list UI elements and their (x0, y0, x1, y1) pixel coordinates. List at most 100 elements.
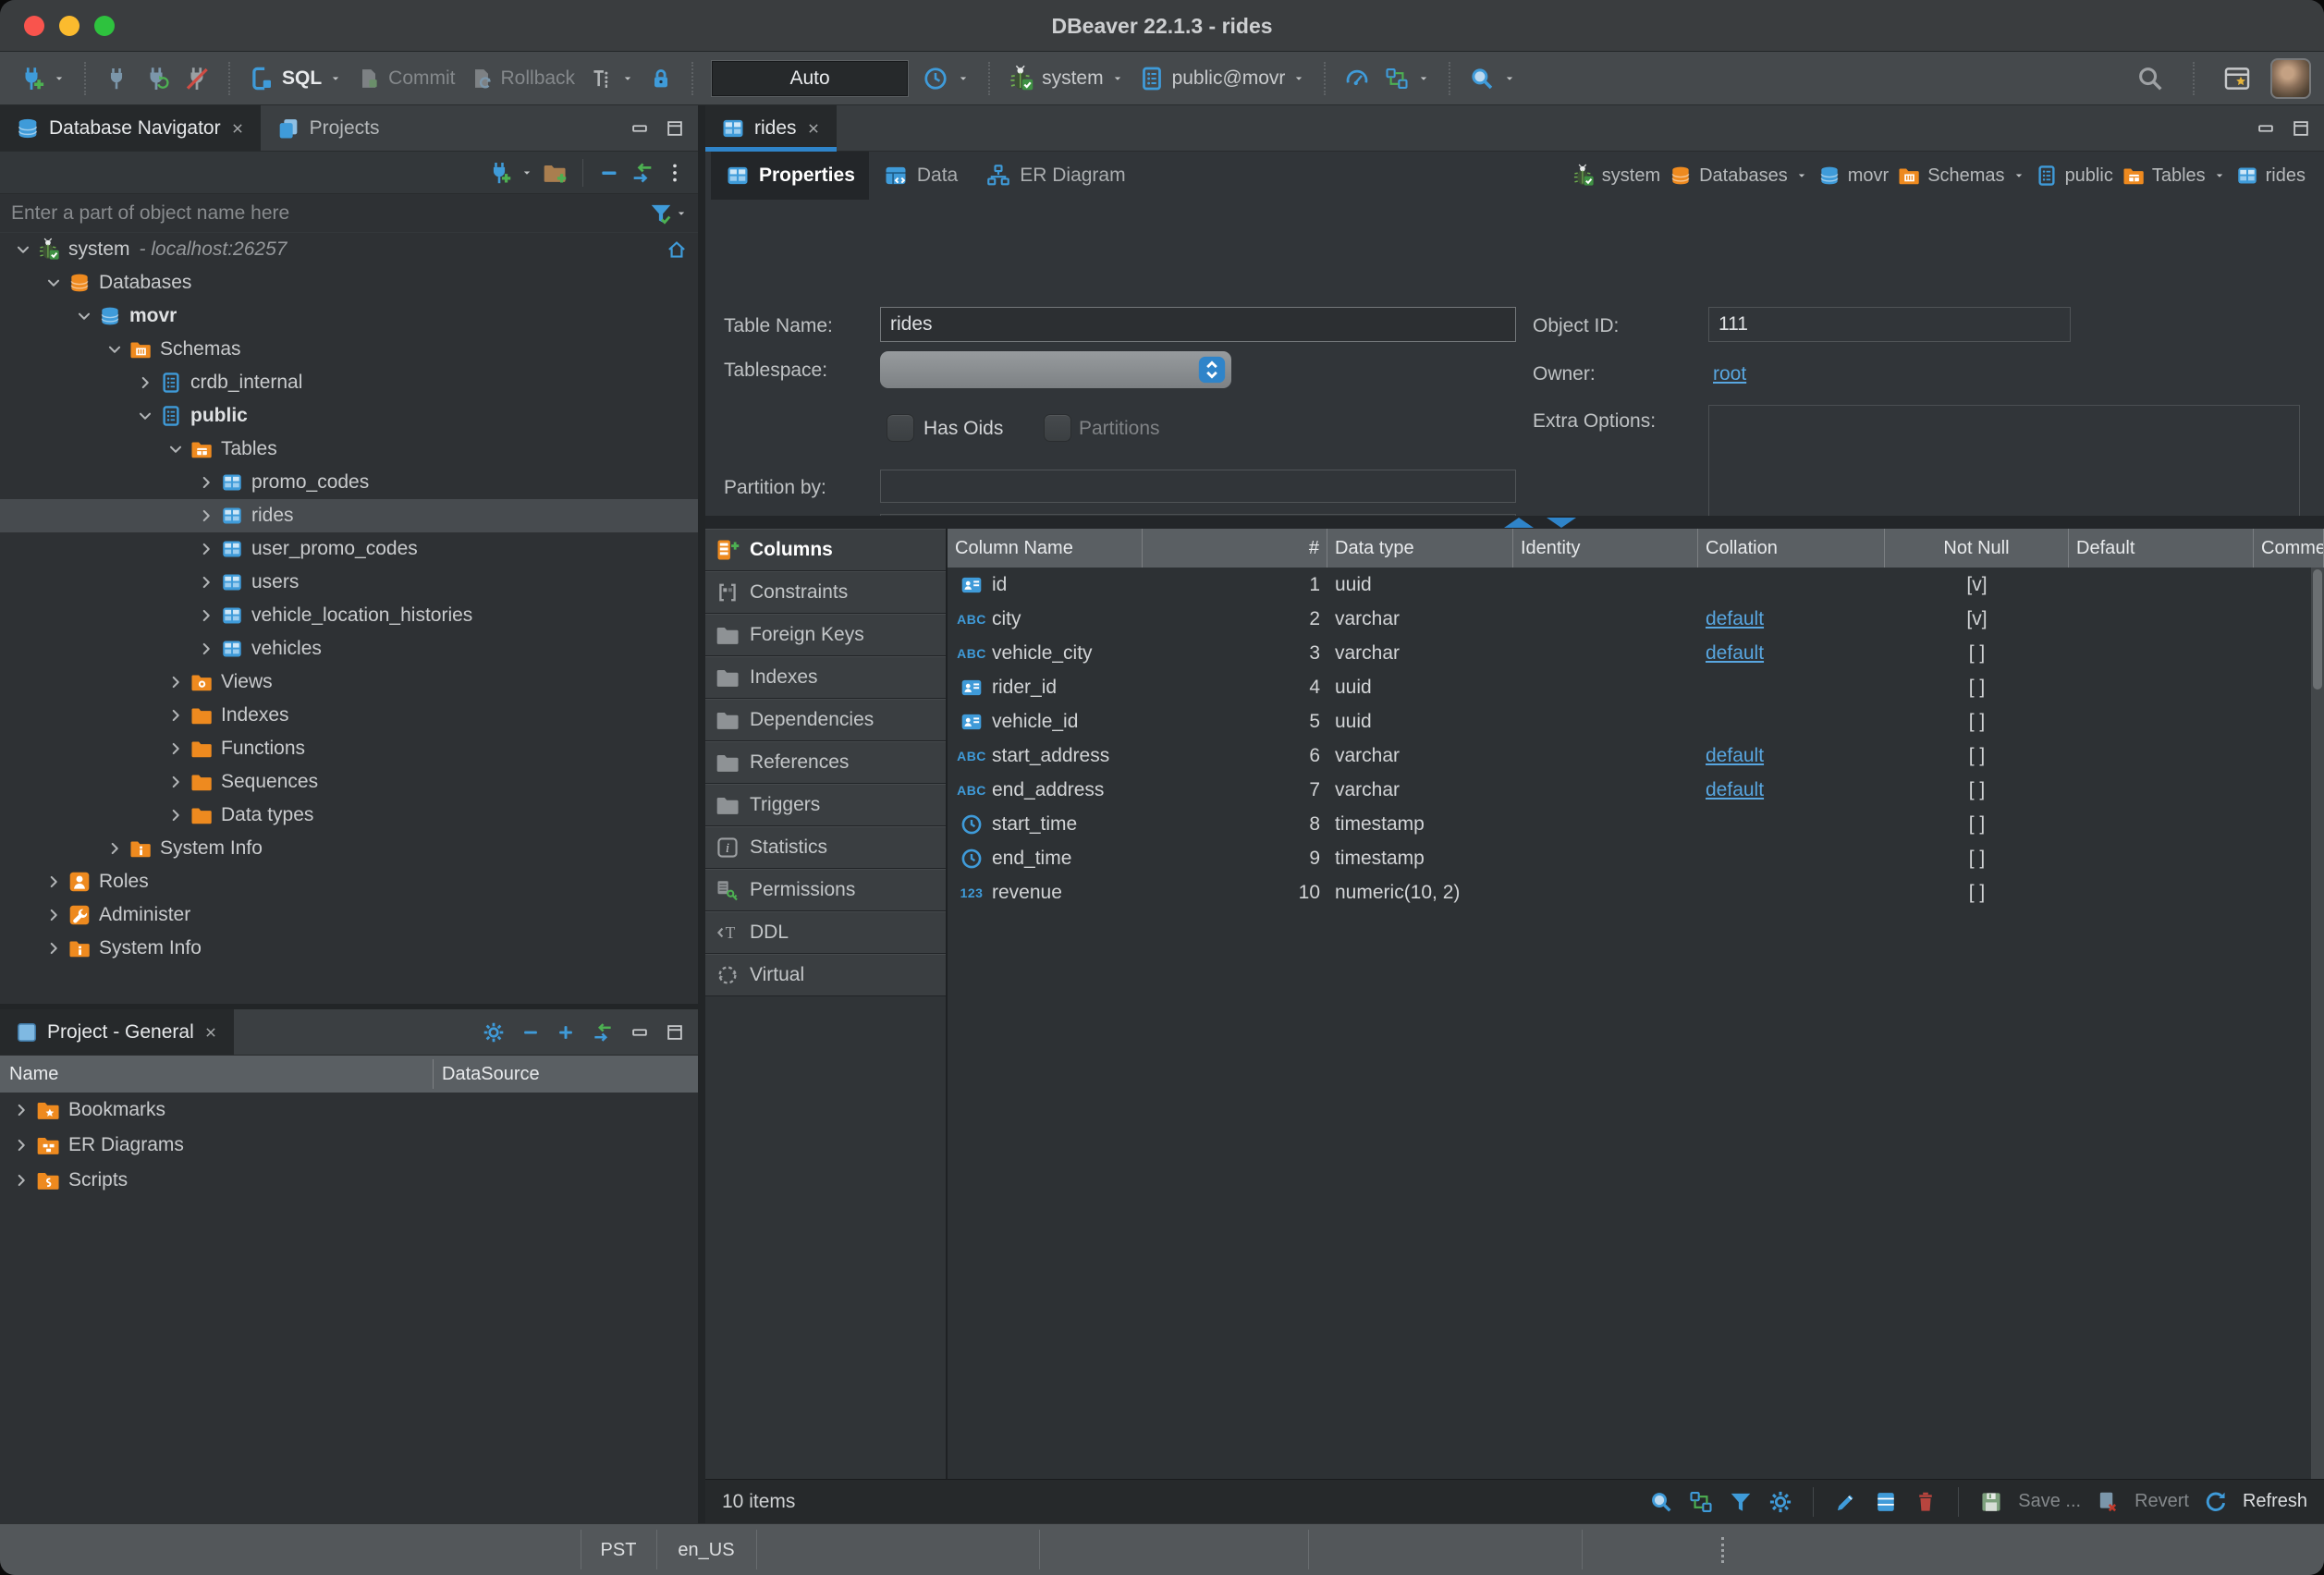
collapse-all-icon[interactable] (598, 161, 622, 185)
view-menu-icon[interactable] (663, 161, 687, 185)
refresh-icon[interactable] (2203, 1489, 2229, 1515)
chevron-right-icon[interactable] (162, 772, 190, 792)
column-row-id[interactable]: id1uuid[v] (948, 568, 2311, 602)
minimize-panel-icon[interactable] (630, 1022, 650, 1043)
chevron-right-icon[interactable] (192, 605, 220, 626)
grid-header-[interactable]: # (1143, 529, 1327, 568)
grid-header-identity[interactable]: Identity (1513, 529, 1698, 568)
chevron-right-icon[interactable] (7, 1100, 35, 1120)
grid-settings-icon[interactable] (1767, 1489, 1793, 1515)
commit-mode-combo[interactable]: Auto (712, 61, 908, 96)
editor-tab-rides[interactable]: rides (705, 105, 837, 151)
grid-header-not-null[interactable]: Not Null (1885, 529, 2069, 568)
chevron-right-icon[interactable] (192, 539, 220, 559)
chevron-right-icon[interactable] (192, 572, 220, 592)
tree-item-vehicle-location-histories[interactable]: vehicle_location_histories (0, 599, 698, 632)
name-column-header[interactable]: Name (0, 1064, 58, 1085)
chevron-down-icon[interactable] (131, 406, 159, 426)
tree-item-rides[interactable]: rides (0, 499, 698, 532)
tree-item-system-info[interactable]: System Info (0, 832, 698, 865)
tree-item-users[interactable]: users (0, 566, 698, 599)
chevron-right-icon[interactable] (40, 872, 67, 892)
maximize-panel-icon[interactable] (665, 1022, 685, 1043)
tree-item-public[interactable]: public (0, 399, 698, 433)
edit-icon[interactable] (1833, 1489, 1859, 1515)
column-row-city[interactable]: ABCcity2varchardefault[v] (948, 602, 2311, 636)
partitions-checkbox[interactable] (1044, 414, 1071, 442)
new-connection-button[interactable] (13, 62, 71, 95)
tab-projects[interactable]: Projects (261, 105, 395, 151)
tree-item-system[interactable]: system- localhost:26257 (0, 233, 698, 266)
chevron-right-icon[interactable] (192, 506, 220, 526)
chevron-right-icon[interactable] (192, 639, 220, 659)
timezone-indicator[interactable]: PST (581, 1524, 656, 1575)
column-row-rider-id[interactable]: rider_id4uuid[ ] (948, 670, 2311, 704)
detail-tab-virtual[interactable]: Virtual (705, 954, 946, 996)
expand-up-icon[interactable] (1504, 518, 1534, 528)
breadcrumb-databases[interactable]: Databases (1669, 164, 1809, 188)
transaction-log-button[interactable] (583, 63, 640, 94)
tree-item-crdb-internal[interactable]: crdb_internal (0, 366, 698, 399)
gear-icon[interactable] (482, 1020, 506, 1044)
collation-default-link[interactable]: default (1706, 642, 1764, 665)
filter-funnel-icon[interactable] (648, 201, 674, 226)
detail-tab-permissions[interactable]: Permissions (705, 869, 946, 911)
detail-tab-columns[interactable]: Columns (705, 529, 946, 571)
grid-filter-icon[interactable] (1728, 1489, 1754, 1515)
tab-properties[interactable]: Properties (711, 152, 869, 200)
owner-link[interactable]: root (1713, 363, 1746, 385)
chevron-right-icon[interactable] (7, 1170, 35, 1190)
column-row-end-time[interactable]: end_time9timestamp[ ] (948, 841, 2311, 875)
maximize-panel-icon[interactable] (2291, 118, 2311, 139)
tree-item-schemas[interactable]: Schemas (0, 333, 698, 366)
chevron-right-icon[interactable] (162, 805, 190, 825)
tree-item-data-types[interactable]: Data types (0, 799, 698, 832)
expand-all-icon[interactable] (556, 1022, 576, 1043)
collation-default-link[interactable]: default (1706, 608, 1764, 630)
grid-header-column-name[interactable]: Column Name (948, 529, 1143, 568)
grid-header-collation[interactable]: Collation (1698, 529, 1885, 568)
dashboard-button[interactable] (1339, 62, 1376, 95)
breadcrumb-movr[interactable]: movr (1817, 164, 1889, 188)
transaction-history-button[interactable] (917, 62, 975, 95)
chevron-down-icon[interactable] (674, 206, 689, 221)
revert-button[interactable]: Revert (2134, 1491, 2189, 1512)
tab-data[interactable]: Data (869, 152, 972, 200)
tab-database-navigator[interactable]: Database Navigator (0, 105, 261, 151)
tree-item-functions[interactable]: Functions (0, 732, 698, 765)
user-avatar[interactable] (2270, 58, 2311, 99)
chevron-right-icon[interactable] (101, 838, 128, 859)
vertical-sash[interactable] (698, 105, 705, 1523)
active-connection-selector[interactable]: system (1003, 62, 1130, 95)
column-row-start-time[interactable]: start_time8timestamp[ ] (948, 807, 2311, 841)
project-item-bookmarks[interactable]: Bookmarks (0, 1093, 698, 1128)
close-icon[interactable] (202, 1024, 219, 1041)
disconnect-button[interactable] (178, 62, 215, 95)
partition-by-field[interactable] (880, 470, 1516, 503)
detail-tab-foreign-keys[interactable]: Foreign Keys (705, 614, 946, 656)
grid-header-default[interactable]: Default (2069, 529, 2254, 568)
chevron-right-icon[interactable] (162, 739, 190, 759)
new-folder-icon[interactable] (542, 160, 568, 186)
collation-default-link[interactable]: default (1706, 779, 1764, 801)
detail-tab-statistics[interactable]: iStatistics (705, 826, 946, 869)
expand-down-icon[interactable] (1547, 518, 1576, 528)
sql-editor-button[interactable]: SQL (243, 62, 348, 95)
close-icon[interactable] (805, 120, 822, 137)
table-name-field[interactable] (880, 307, 1516, 342)
tree-item-movr[interactable]: movr (0, 299, 698, 333)
project-item-er-diagrams[interactable]: ER Diagrams (0, 1128, 698, 1163)
tablespace-combo[interactable] (880, 351, 1231, 388)
column-row-start-address[interactable]: ABCstart_address6varchardefault[ ] (948, 739, 2311, 773)
chevron-down-icon[interactable] (162, 439, 190, 459)
link-with-editor-icon[interactable] (630, 160, 655, 186)
minimize-panel-icon[interactable] (2256, 118, 2276, 139)
tree-item-views[interactable]: Views (0, 665, 698, 699)
grid-compare-icon[interactable] (1688, 1489, 1714, 1515)
detail-tab-indexes[interactable]: Indexes (705, 656, 946, 699)
delete-icon[interactable] (1913, 1489, 1939, 1515)
grid-scrollbar[interactable] (2311, 568, 2324, 1479)
column-row-revenue[interactable]: 123revenue10numeric(10, 2)[ ] (948, 875, 2311, 910)
detail-tab-ddl[interactable]: TDDL (705, 911, 946, 954)
chevron-down-icon[interactable] (520, 165, 534, 180)
